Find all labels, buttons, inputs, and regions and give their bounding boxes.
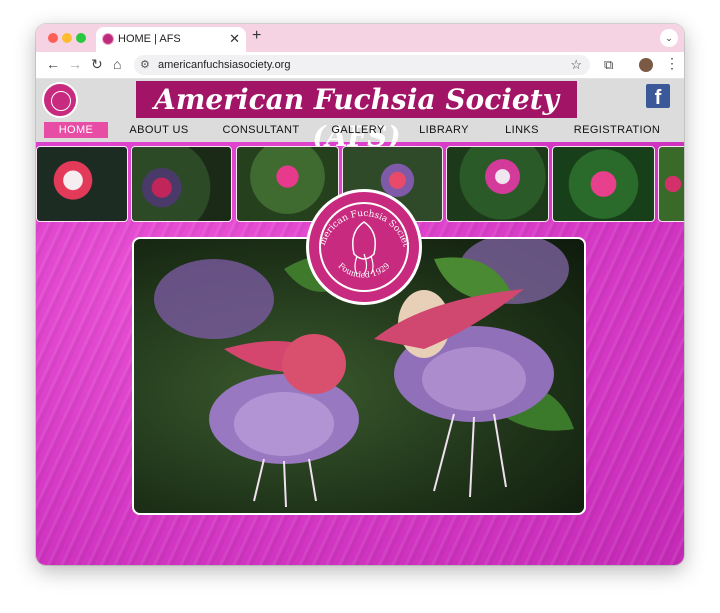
site-header: American Fuchsia Society (AFS) f HOME AB… <box>36 79 684 153</box>
afs-favicon-icon <box>102 33 114 45</box>
maximize-window-button[interactable] <box>76 33 86 43</box>
seal-lettering: American Fuchsia Society Founded 1929 <box>309 192 411 280</box>
web-page: American Fuchsia Society (AFS) f HOME AB… <box>36 79 684 565</box>
browser-window: HOME | AFS ✕ + ⌄ ← → ↻ ⌂ ⚙ americanfuchs… <box>36 24 684 565</box>
home-icon[interactable]: ⌂ <box>113 56 121 72</box>
kebab-icon[interactable]: ⋮ <box>665 55 679 72</box>
fuchsia-photo-2 <box>131 146 232 222</box>
tab-bar: HOME | AFS ✕ + ⌄ <box>36 24 684 52</box>
tab-search-icon[interactable]: ⌄ <box>660 29 678 47</box>
fuchsia-photo-1 <box>36 146 128 222</box>
logo-ring <box>51 91 71 111</box>
nav-links[interactable]: LINKS <box>502 122 542 138</box>
tab-home-afs[interactable]: HOME | AFS ✕ <box>96 27 246 52</box>
minimize-window-button[interactable] <box>62 33 72 43</box>
profile-avatar[interactable] <box>639 58 653 72</box>
close-tab-icon[interactable]: ✕ <box>229 31 240 47</box>
fuchsia-photo-5 <box>446 146 549 222</box>
url-text[interactable]: americanfuchsiasociety.org <box>158 59 290 71</box>
star-icon[interactable]: ☆ <box>570 57 582 73</box>
puzzle-icon[interactable]: ⧉ <box>604 57 613 73</box>
close-window-button[interactable] <box>48 33 58 43</box>
tab-title: HOME | AFS <box>118 33 181 45</box>
afs-seal-icon: American Fuchsia Society Founded 1929 <box>306 189 422 305</box>
fuchsia-photo-7 <box>658 146 684 222</box>
reload-icon[interactable]: ↻ <box>91 56 103 73</box>
nav-consultant[interactable]: CONSULTANT <box>219 122 303 138</box>
site-info-icon[interactable]: ⚙ <box>140 58 150 71</box>
facebook-icon[interactable]: f <box>646 84 670 109</box>
browser-toolbar: ← → ↻ ⌂ ⚙ americanfuchsiasociety.org ☆ ⧉… <box>36 52 684 79</box>
nav-registration[interactable]: REGISTRATION <box>572 122 662 138</box>
seal-top-text: American Fuchsia Society <box>309 192 411 248</box>
site-title: American Fuchsia Society (AFS) <box>154 83 559 153</box>
main-nav: HOME ABOUT US CONSULTANT GALLERY LIBRARY… <box>36 122 684 138</box>
new-tab-button[interactable]: + <box>252 27 261 45</box>
arrow-right-icon[interactable]: → <box>68 56 82 72</box>
address-bar[interactable]: ⚙ americanfuchsiasociety.org ☆ <box>134 55 590 75</box>
afs-logo-icon[interactable] <box>42 82 78 118</box>
site-title-banner: American Fuchsia Society (AFS) <box>136 81 577 153</box>
fuchsia-photo-6 <box>552 146 655 222</box>
nav-about-us[interactable]: ABOUT US <box>124 122 194 138</box>
nav-home[interactable]: HOME <box>44 122 108 138</box>
arrow-left-icon[interactable]: ← <box>46 56 60 72</box>
nav-library[interactable]: LIBRARY <box>416 122 472 138</box>
seal-bottom-text: Founded 1929 <box>336 261 391 279</box>
nav-gallery[interactable]: GALLERY <box>328 122 388 138</box>
